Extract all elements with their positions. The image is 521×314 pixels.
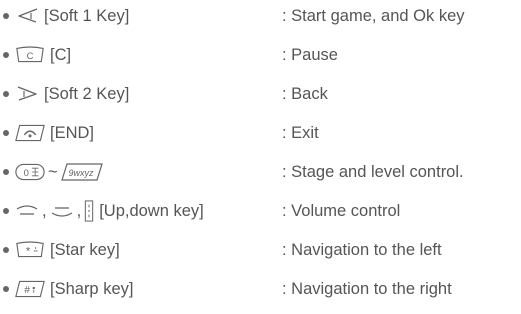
key-group: C [C]: [14, 40, 71, 70]
key-description: : Navigation to the left: [282, 241, 442, 259]
key-description: : Exit: [282, 124, 319, 142]
key-description: : Back: [282, 85, 328, 103]
key-function-list: [Soft 1 Key] : Start game, and Ok key C …: [0, 0, 521, 314]
nine-key-glyph: 9wxyz: [68, 168, 94, 178]
c-key-icon: C: [16, 46, 44, 63]
key-group: # [Sharp key]: [14, 274, 133, 304]
key-group: * [Star key]: [14, 235, 120, 265]
key-description: : Navigation to the right: [282, 280, 452, 298]
zero-key-icon: 0: [15, 163, 45, 181]
list-item: # [Sharp key] : Navigation to the right: [0, 274, 521, 304]
end-key-icon: [15, 124, 45, 142]
key-group: [END]: [14, 118, 94, 148]
down-key-icon: [51, 207, 72, 217]
key-label: [Sharp key]: [50, 280, 134, 298]
bullet: [3, 208, 9, 214]
key-label: [END]: [50, 124, 95, 142]
key-separator: ,: [76, 202, 82, 220]
key-separator: ,: [42, 202, 47, 220]
key-label: [C]: [50, 46, 72, 64]
key-group: [Soft 1 Key]: [14, 1, 129, 31]
bullet: [3, 169, 9, 175]
list-item: C [C] : Pause: [0, 40, 521, 70]
soft-2-key-icon: [17, 86, 37, 101]
key-label: [Star key]: [50, 241, 120, 259]
list-item: [Soft 1 Key] : Start game, and Ok key: [0, 1, 521, 31]
c-key-glyph: C: [27, 50, 34, 61]
list-item: [END] : Exit: [0, 118, 521, 148]
bullet: [3, 52, 9, 58]
bullet: [3, 13, 9, 19]
up-key-icon: [16, 205, 38, 215]
sharp-key-icon: #: [15, 280, 45, 298]
zero-key-glyph: 0: [24, 167, 29, 178]
list-item: [Soft 2 Key] : Back: [0, 79, 521, 109]
key-label: [Up,down key]: [99, 202, 204, 220]
star-key-glyph: *: [26, 246, 31, 258]
list-item: 0 ~ 9wxyz : Stage and level control.: [0, 157, 521, 187]
key-group: 0 ~ 9wxyz: [14, 157, 108, 187]
key-description: : Stage and level control.: [282, 163, 464, 181]
key-label: [Soft 1 Key]: [44, 7, 130, 25]
key-group: [Soft 2 Key]: [14, 79, 129, 109]
key-description: : Start game, and Ok key: [282, 7, 465, 25]
range-separator: ~: [48, 163, 58, 181]
soft-1-key-icon: [18, 8, 38, 23]
sharp-key-glyph: #: [24, 285, 30, 296]
key-label: [Soft 2 Key]: [44, 85, 130, 103]
nine-key-icon: 9wxyz: [60, 163, 103, 181]
bullet: [3, 247, 9, 253]
list-item: , , [Up,down key] : Volume control: [0, 196, 521, 226]
key-description: : Volume control: [282, 202, 401, 220]
key-group: , , [Up,down key]: [14, 196, 204, 226]
bullet: [3, 286, 9, 292]
list-item: * [Star key] : Navigation to the left: [0, 235, 521, 265]
side-key-icon: [85, 200, 94, 222]
bullet: [3, 130, 9, 136]
key-description: : Pause: [282, 46, 338, 64]
bullet: [3, 91, 9, 97]
star-key-icon: *: [16, 241, 44, 258]
